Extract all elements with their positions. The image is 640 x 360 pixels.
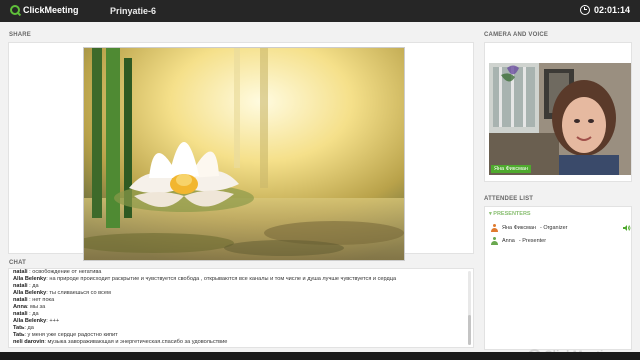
chat-text: : да <box>24 325 34 331</box>
attendee-row-organizer[interactable]: Яна Фиксман - Organizer <box>491 223 631 233</box>
webcam-name-label: Яна Фиксман <box>491 165 531 173</box>
chat-text: : да <box>27 311 39 317</box>
chat-message: natali : да <box>9 311 473 318</box>
chat-message: Alla Belenky: +++ <box>9 318 473 325</box>
shared-slide-image <box>83 47 405 261</box>
chat-author: Alla Belenky <box>13 276 47 282</box>
room-name: Prinyatie-6 <box>110 6 157 16</box>
chat-author: natali <box>13 311 28 317</box>
chat-message: natali : освобождение от негатива <box>9 269 473 276</box>
attendee-role: - Presenter <box>518 238 547 244</box>
top-bar: ClickMeeting Prinyatie-6 02:01:14 <box>0 0 640 22</box>
share-title: SHARE <box>9 32 32 38</box>
chat-message: Tatь: у меня уже сердце радостно кипит <box>9 332 473 339</box>
chat-message: neli darovin: музыка завораживающая и эн… <box>9 339 473 346</box>
chat-panel: CHAT natali : освобождение от негатива A… <box>6 258 476 350</box>
attendee-name: Anna <box>502 238 515 244</box>
share-panel: SHARE <box>6 28 476 261</box>
chat-author: Anna <box>13 304 27 310</box>
chat-text: : ты сливаешься со всем <box>46 290 111 296</box>
chat-scroll-thumb[interactable] <box>468 315 471 345</box>
chat-message: Tatь: да <box>9 325 473 332</box>
presenters-group-label: ▾ PRESENTERS <box>489 211 531 217</box>
chat-message: natali : да <box>9 283 473 290</box>
attendee-list: ▾ PRESENTERS Яна Фиксман - Organizer Ann… <box>484 206 632 350</box>
chat-text: : да <box>27 283 39 289</box>
attendee-list-title: ATTENDEE LIST <box>484 196 534 202</box>
brand-name: ClickMeeting <box>23 5 79 15</box>
chat-text: : нет пока <box>27 297 55 303</box>
chat-author: natali <box>13 297 28 303</box>
bottom-bar <box>0 352 640 360</box>
chat-text: : на природе происходит раскрытие и чувс… <box>46 276 397 282</box>
chat-text: : освобождение от негатива <box>27 269 102 275</box>
chat-scrollbar[interactable] <box>468 271 471 345</box>
speaker-icon[interactable] <box>623 224 631 232</box>
presenters-group-text: PRESENTERS <box>493 211 531 217</box>
clock-icon <box>579 5 590 15</box>
clickmeeting-logo: ClickMeeting <box>10 5 79 15</box>
chat-message: Alla Belenky: ты сливаешься со всем <box>9 290 473 297</box>
main-area: SHARE CHAT natali: освобождение от нега… <box>0 22 640 360</box>
session-timer: 02:01:14 <box>579 5 630 15</box>
chat-text: : у меня уже сердце радостно кипит <box>24 332 118 338</box>
webcam-feed-image <box>489 63 631 175</box>
logo-icon <box>10 5 20 15</box>
chat-message: Anna: мы за <box>9 304 473 311</box>
chat-author: neli darovin <box>13 339 45 345</box>
chat-message: natali : нет пока <box>9 297 473 304</box>
chat-messages[interactable]: natali : освобождение от негатива Alla B… <box>8 268 474 348</box>
camera-title: CAMERA AND VOICE <box>484 32 549 38</box>
chat-author: Tatь <box>13 325 25 331</box>
chat-title: CHAT <box>9 260 27 266</box>
chat-message: Alla Belenky: на природе происходит раск… <box>9 276 473 283</box>
chat-text: : мы за <box>26 304 46 310</box>
organizer-user-icon <box>491 224 498 232</box>
water-lily-image <box>84 48 404 260</box>
chat-author: Alla Belenky <box>13 318 47 324</box>
chat-author: natali <box>13 283 28 289</box>
attendee-role: - Organizer <box>539 225 568 231</box>
right-sidebar: CAMERA AND VOICE Яна Фиксман ATTENDEE LI… <box>482 28 634 350</box>
attendee-row-presenter[interactable]: Anna - Presenter <box>491 236 631 246</box>
webcam-video[interactable]: Яна Фиксман <box>489 63 631 175</box>
presenter-user-icon <box>491 237 498 245</box>
chat-text: : музыка завораживающая и энергетическая… <box>44 339 228 345</box>
attendee-name: Яна Фиксман <box>502 225 536 231</box>
chat-author: Alla Belenky <box>13 290 47 296</box>
camera-panel: Яна Фиксман <box>484 42 632 182</box>
share-area <box>8 42 474 261</box>
chat-text: : +++ <box>46 318 60 324</box>
timer-value: 02:01:14 <box>593 5 630 15</box>
chat-author: Tatь <box>13 332 25 338</box>
chat-author: natali <box>13 269 28 275</box>
